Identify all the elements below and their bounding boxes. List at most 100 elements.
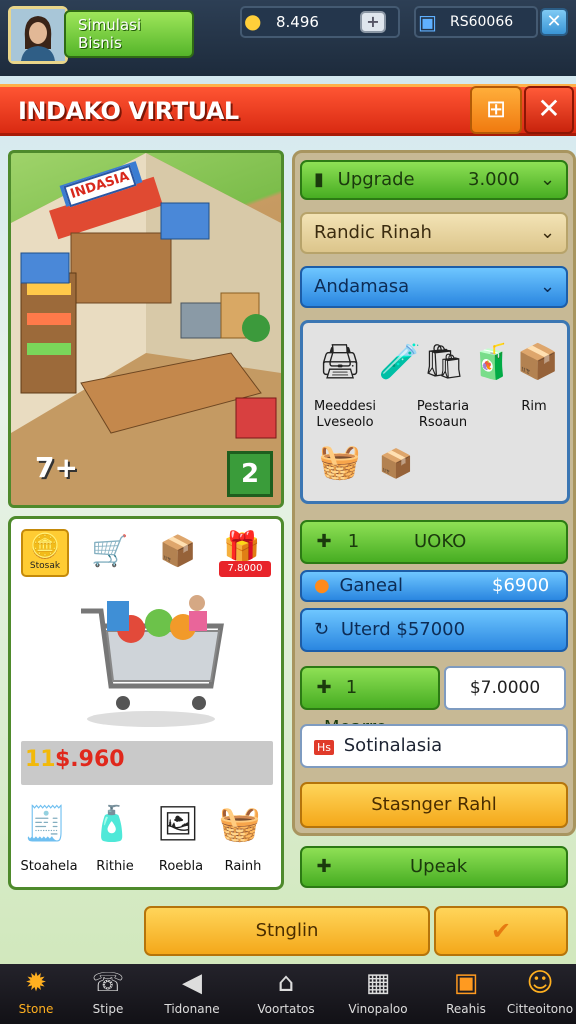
close-icon[interactable]: ✕	[524, 86, 574, 134]
coin-icon: ●	[244, 9, 262, 33]
tile-icon: ▦	[365, 968, 391, 998]
shopping-cart-icon	[81, 595, 224, 727]
avatar[interactable]	[8, 6, 68, 64]
basket-icon[interactable]: 🧺	[217, 803, 263, 845]
plus-icon: ✚	[316, 677, 332, 698]
battery-icon: ▮	[314, 169, 324, 190]
coin-counter: ● 8.496 +	[240, 6, 400, 38]
upeak-label: Upeak	[410, 856, 468, 877]
nav-label: Tidonane	[164, 1002, 220, 1016]
nav-label: Stipe	[92, 1002, 124, 1016]
test-tube-icon[interactable]: 🧪	[377, 341, 423, 383]
shop-item-label: Stoahela	[20, 859, 78, 874]
coin-value: 8.496	[276, 13, 319, 31]
mearre-button[interactable]: ✚ 1 Mearre	[300, 666, 440, 738]
item-label: Pestaria Rsoaun	[416, 399, 470, 430]
mearre-number: 1	[345, 677, 358, 698]
star-icon: ✹	[25, 968, 47, 998]
uoko-button[interactable]: ✚ 1 UOKO	[300, 520, 568, 564]
price-value: $.960	[55, 747, 125, 772]
fruit-crate-icon[interactable]: 🧺	[317, 441, 363, 483]
confirm-check-button[interactable]: ✔	[434, 906, 568, 956]
dropdown-1[interactable]: Randic Rinah ⌄	[300, 212, 568, 254]
item-label: Meeddesi Lveseolo	[313, 399, 377, 430]
coin-badge-icon[interactable]: 🪙 Stosak	[21, 529, 69, 577]
ganeal-row[interactable]: ● Ganeal $6900	[300, 570, 568, 602]
mearre-value-field[interactable]: $7.0000	[444, 666, 566, 710]
ganeal-label: Ganeal	[339, 575, 403, 596]
level-right[interactable]: 2	[227, 451, 273, 497]
nav-citteoitono[interactable]: ☺ Citteoitono	[504, 964, 576, 1024]
nav-stone[interactable]: ✹ Stone	[0, 964, 72, 1024]
shop-item-label: Rainh	[224, 859, 262, 874]
profile-icon: ☺	[526, 968, 554, 998]
cash-card-icon: ▣	[418, 10, 437, 34]
upgrade-row[interactable]: ▮ Upgrade 3.000 ⌄	[300, 160, 568, 200]
cash-value: RS60066	[450, 14, 514, 30]
sotinalasia-row[interactable]: Hs Sotinalasia	[300, 724, 568, 768]
badge-label: Stosak	[29, 561, 61, 571]
grid-icon[interactable]: ⊞	[470, 86, 522, 134]
sotinalasia-label: Sotinalasia	[343, 735, 443, 756]
upgrade-value: 3.000	[468, 169, 520, 190]
chevron-down-icon: ⌄	[540, 169, 556, 190]
item-label: Rim	[521, 399, 547, 414]
package-icon[interactable]: 📦	[373, 443, 419, 485]
nav-vinopaloo[interactable]: ▦ Vinopaloo	[342, 964, 414, 1024]
box-icon[interactable]: 📦	[155, 531, 201, 573]
shop-item-label: Rithie	[96, 859, 134, 874]
upgrade-label: Upgrade	[337, 169, 415, 190]
drink-icon[interactable]: 🧃	[469, 341, 515, 383]
plus-icon: ✚	[316, 531, 332, 552]
ganeal-value: $6900	[492, 575, 550, 596]
register-icon[interactable]: 🧾	[23, 803, 69, 845]
store-scene[interactable]: INDASIA 7+ 2	[8, 150, 284, 508]
uoko-number: 1	[347, 531, 360, 552]
top-bar: Simulasi Bisnis ● 8.496 + ▣ RS60066 ✕	[0, 0, 576, 76]
chevron-down-icon: ⌄	[540, 276, 556, 297]
close-top-button[interactable]: ✕	[540, 8, 568, 36]
page-title: INDAKO VIRTUAL	[18, 97, 239, 125]
cash-counter: ▣ RS60066	[414, 6, 538, 38]
uterd-button[interactable]: ↻ Uterd $57000	[300, 608, 568, 652]
box-icon[interactable]: 📦	[515, 341, 561, 383]
price-bar: 11 $.960	[21, 741, 273, 785]
nav-tidonane[interactable]: ◀ Tidonane	[156, 964, 228, 1024]
dropdown-2-value: Andamasa	[314, 276, 410, 297]
refresh-icon: ↻	[314, 619, 330, 640]
items-grid: 🖨 🧪 🛍 🧃 📦 Meeddesi Lveseolo Pestaria Rso…	[300, 320, 570, 504]
profile-line1: Simulasi	[78, 16, 142, 34]
nav-label: Citteoitono	[506, 1002, 574, 1016]
profile-name-box[interactable]: Simulasi Bisnis	[64, 10, 194, 58]
store-icon: ▣	[453, 968, 479, 998]
bottle-icon[interactable]: 🧴	[89, 803, 135, 845]
home-icon: ⌂	[277, 968, 295, 998]
dropdown-2[interactable]: Andamasa ⌄	[300, 266, 568, 308]
phone-icon: ☏	[91, 968, 125, 998]
cash-register-icon[interactable]: 🖨	[317, 341, 363, 383]
title-banner: INDAKO VIRTUAL ⊞ ✕	[0, 84, 576, 136]
main-action-button[interactable]: Stnglin	[144, 906, 430, 956]
nav-label: Reahis	[446, 1002, 486, 1016]
stasnger-button[interactable]: Stasnger Rahl	[300, 782, 568, 828]
triangle-icon: ◀	[182, 968, 202, 998]
shop-panel: 🪙 Stosak 🛒 📦 🎁 7.8000 11 $.960 🧾 🧴 🖼 🧺 S…	[8, 516, 284, 890]
uoko-label: UOKO	[414, 531, 467, 552]
price-number: 11	[25, 747, 56, 772]
add-coins-button[interactable]: +	[360, 11, 386, 33]
coin-icon: ●	[314, 575, 330, 596]
dropdown-1-value: Randic Rinah	[314, 222, 432, 243]
chevron-down-icon: ⌄	[540, 222, 556, 243]
upeak-button[interactable]: ✚ Upeak	[300, 846, 568, 888]
level-left: 7+	[35, 451, 78, 484]
picture-frame-icon[interactable]: 🖼	[155, 803, 201, 845]
cart-items-icon[interactable]: 🛒	[87, 531, 133, 573]
shopping-bag-icon[interactable]: 🛍	[421, 341, 467, 383]
nav-label: Voortatos	[257, 1002, 315, 1016]
nav-stipe[interactable]: ☏ Stipe	[72, 964, 144, 1024]
nav-reahis[interactable]: ▣ Reahis	[430, 964, 502, 1024]
nav-label: Vinopaloo	[348, 1002, 408, 1016]
tag-badge: Hs	[314, 740, 335, 755]
nav-voortatos[interactable]: ⌂ Voortatos	[250, 964, 322, 1024]
profile-line2: Bisnis	[78, 34, 122, 52]
